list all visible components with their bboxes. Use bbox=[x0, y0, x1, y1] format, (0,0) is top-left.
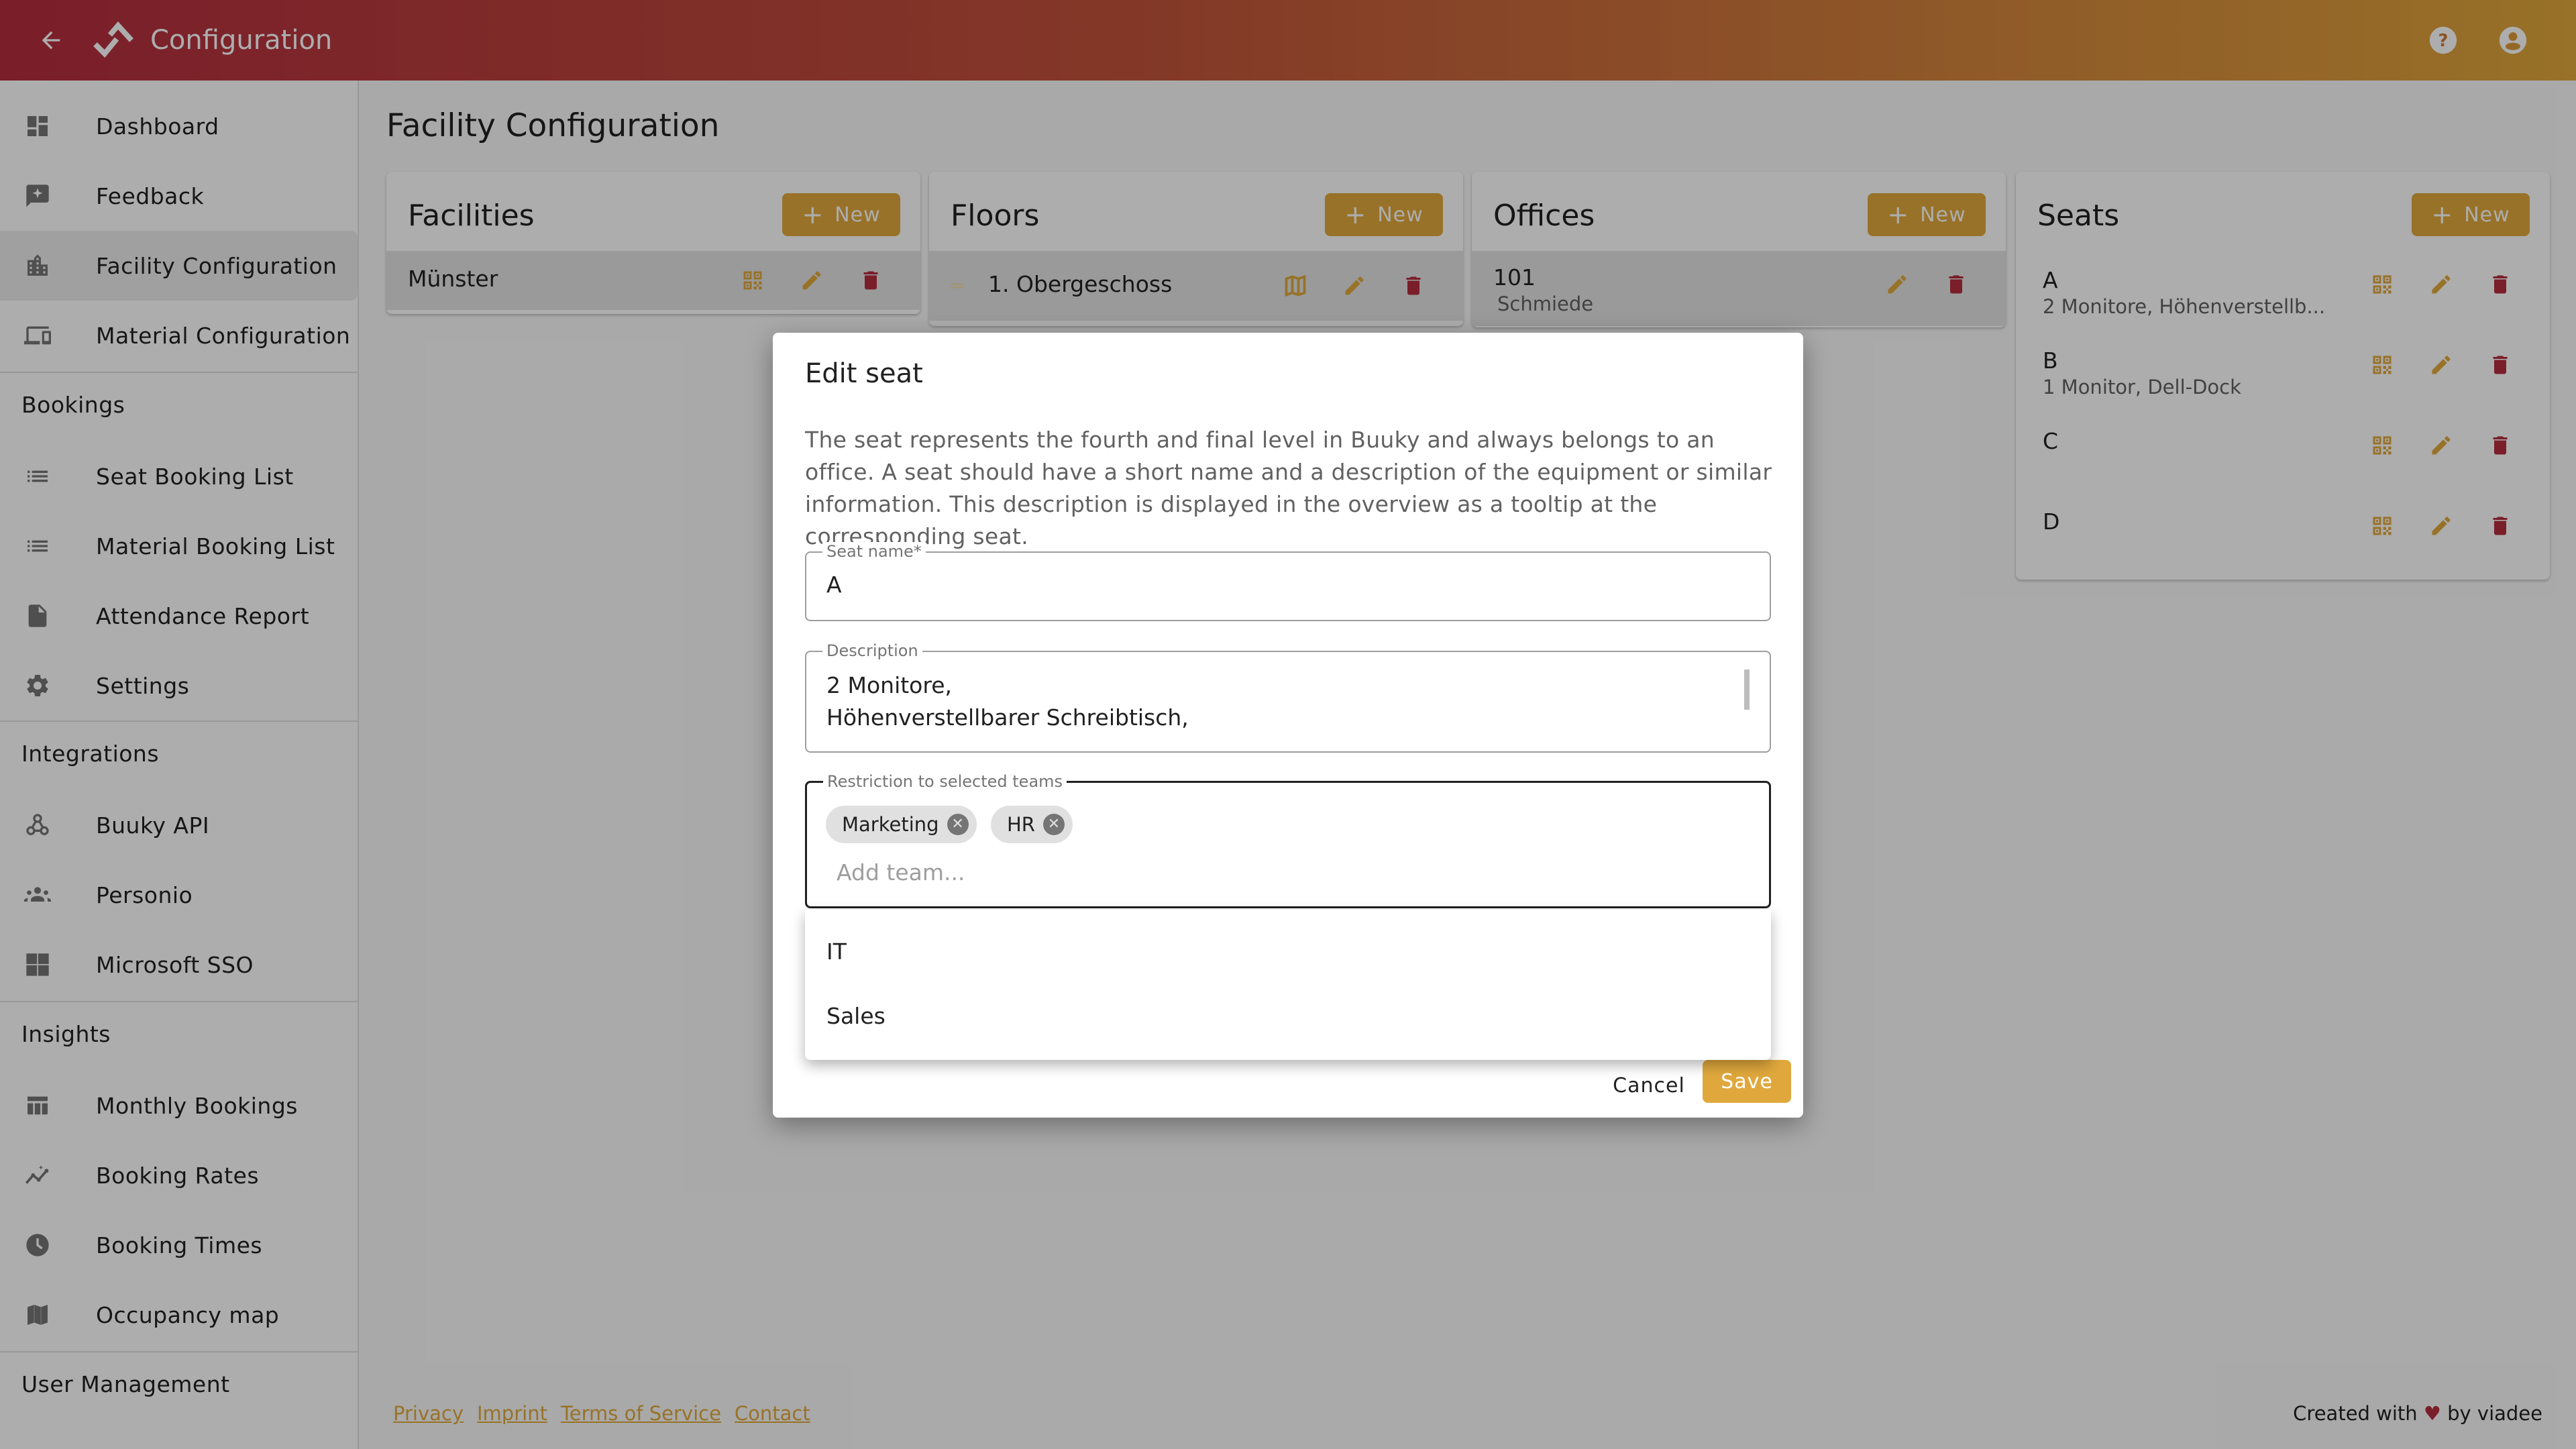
team-chip-hr[interactable]: HR ✕ bbox=[991, 806, 1073, 843]
seat-name-field[interactable]: Seat name* A bbox=[805, 542, 1771, 621]
seat-name-input[interactable]: A bbox=[826, 572, 842, 598]
description-textarea[interactable] bbox=[826, 669, 1739, 737]
team-option-sales[interactable]: Sales bbox=[805, 983, 1771, 1048]
team-chip-marketing[interactable]: Marketing ✕ bbox=[826, 806, 977, 843]
teams-field[interactable]: Restriction to selected teams Marketing … bbox=[805, 772, 1771, 908]
remove-chip-icon[interactable]: ✕ bbox=[947, 814, 969, 835]
save-button[interactable]: Save bbox=[1703, 1060, 1791, 1103]
textarea-scrollbar[interactable] bbox=[1744, 669, 1750, 710]
description-field[interactable]: Description bbox=[805, 641, 1771, 753]
team-option-it[interactable]: IT bbox=[805, 919, 1771, 983]
cancel-button[interactable]: Cancel bbox=[1610, 1064, 1688, 1107]
add-team-input[interactable] bbox=[837, 859, 1239, 885]
dialog-description: The seat represents the fourth and final… bbox=[805, 427, 1772, 549]
team-autocomplete-dropdown: IT Sales bbox=[805, 910, 1771, 1060]
remove-chip-icon[interactable]: ✕ bbox=[1042, 814, 1065, 835]
dialog-title: Edit seat bbox=[805, 358, 923, 389]
